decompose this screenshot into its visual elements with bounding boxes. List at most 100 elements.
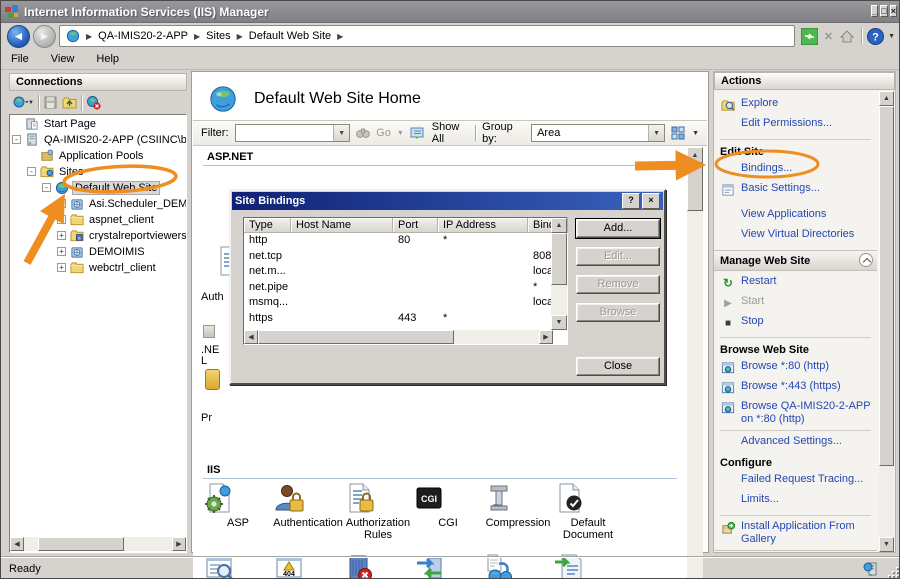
action-stop[interactable]: ■Stop: [720, 314, 877, 334]
column-header-host-name[interactable]: Host Name: [291, 218, 393, 233]
action-install-application-from-gallery[interactable]: Install Application From Gallery: [720, 519, 877, 547]
refresh-icon[interactable]: [801, 28, 818, 45]
content-vscrollbar[interactable]: ▲ ▼: [687, 147, 703, 579]
tree-item-default-web-site[interactable]: -Default Web Site: [10, 180, 186, 195]
dialog-button-close[interactable]: Close: [576, 357, 660, 376]
actions-vscrollbar[interactable]: ▲ ▼: [879, 91, 894, 552]
feature-authentication[interactable]: Authentication: [273, 482, 343, 541]
scroll-track[interactable]: [24, 537, 172, 551]
action-edit-permissions[interactable]: Edit Permissions...: [720, 116, 877, 136]
menu-item-view[interactable]: View: [51, 53, 75, 65]
tree-expander[interactable]: +: [57, 231, 66, 240]
help-icon[interactable]: ?: [867, 28, 884, 45]
binding-row-http[interactable]: http80*: [244, 233, 568, 248]
tree-item-webctrl-client[interactable]: +webctrl_client: [10, 260, 186, 275]
tree-expander[interactable]: -: [27, 167, 36, 176]
dialog-title-bar[interactable]: Site Bindings ?×: [232, 192, 663, 210]
resize-grip[interactable]: [887, 566, 899, 578]
tree-item-start-page[interactable]: Start Page: [10, 116, 186, 131]
dialog-help-button[interactable]: ?: [622, 193, 640, 209]
breadcrumb-item[interactable]: QA-IMIS20-2-APP: [98, 30, 188, 42]
action-start[interactable]: ▶Start: [720, 294, 877, 314]
tree-item-demoimis[interactable]: +DEMOIMIS: [10, 244, 186, 259]
minimize-button[interactable]: _: [871, 5, 878, 17]
view-style-icon[interactable]: [671, 126, 686, 140]
action-view-applications[interactable]: View Applications: [720, 207, 877, 227]
feature-authorization-rules[interactable]: Authorization Rules: [343, 482, 413, 541]
connections-hscrollbar[interactable]: ◀▶: [10, 537, 186, 551]
filter-input[interactable]: ▼: [235, 124, 351, 142]
tree-item-qa-imis20-2-app-csiinc-b[interactable]: -QA-IMIS20-2-APP (CSIINC\brook: [10, 132, 186, 147]
feature-default-document[interactable]: Default Document: [553, 482, 623, 541]
action-browse-80-http[interactable]: Browse *:80 (http): [720, 359, 877, 379]
binding-row-netm[interactable]: net.m...loca: [244, 264, 568, 279]
action-browse-qa-imis20-2-app-on-80-http[interactable]: Browse QA-IMIS20-2-APP on *:80 (http): [720, 399, 877, 427]
scroll-left-button[interactable]: ◀: [10, 537, 24, 551]
feature-asp[interactable]: ASP: [203, 482, 273, 541]
dialog-button-add[interactable]: Add...: [576, 219, 660, 238]
action-explore[interactable]: Explore: [720, 96, 877, 116]
forward-button[interactable]: ►: [33, 25, 56, 48]
action-failed-request-tracing[interactable]: Failed Request Tracing...: [720, 472, 877, 492]
tree-item-aspnet-client[interactable]: +aspnet_client: [10, 212, 186, 227]
scroll-up-button[interactable]: ▲: [551, 218, 567, 233]
tree-expander[interactable]: +: [57, 247, 66, 256]
action-restart[interactable]: ↻Restart: [720, 274, 877, 294]
action-advanced-settings[interactable]: Advanced Settings...: [720, 434, 877, 454]
column-header-ip-address[interactable]: IP Address: [438, 218, 528, 233]
action-view-virtual-directories[interactable]: View Virtual Directories: [720, 227, 877, 247]
show-all-button[interactable]: Show All: [432, 121, 469, 145]
column-header-port[interactable]: Port: [393, 218, 438, 233]
scroll-thumb[interactable]: [38, 537, 124, 551]
tree-item-asi-scheduler-demo[interactable]: +Asi.Scheduler_DEMO: [10, 196, 186, 211]
tree-expander[interactable]: +: [57, 215, 66, 224]
stop-request-icon[interactable]: ✕: [824, 30, 833, 43]
feature-compression[interactable]: Compression: [483, 482, 553, 541]
dialog-close-button[interactable]: ×: [642, 193, 660, 209]
breadcrumb-item[interactable]: Sites: [206, 30, 230, 42]
tree-expander[interactable]: -: [42, 183, 51, 192]
tree-expander[interactable]: -: [12, 135, 21, 144]
action-bindings[interactable]: Bindings...: [720, 161, 877, 181]
close-button[interactable]: ×: [890, 5, 897, 17]
tree-item-crystalreportviewers[interactable]: +acrystalreportviewers: [10, 228, 186, 243]
save-icon[interactable]: [43, 95, 58, 110]
collapse-chevron-icon[interactable]: [859, 253, 873, 267]
breadcrumb[interactable]: ▶QA-IMIS20-2-APP▶Sites▶Default Web Site▶: [59, 25, 795, 47]
scroll-right-button[interactable]: ▶: [172, 537, 186, 551]
folder-up-icon[interactable]: [62, 95, 77, 110]
group-by-select[interactable]: Area ▼: [531, 124, 665, 142]
connect-globe-icon[interactable]: ▼: [13, 95, 34, 110]
connect-dropdown-arrow[interactable]: ▼: [28, 100, 34, 106]
binding-row-https[interactable]: https443*: [244, 311, 568, 326]
feature-cgi[interactable]: CGICGI: [413, 482, 483, 541]
scroll-left-button[interactable]: ◀: [244, 330, 258, 344]
view-style-arrow[interactable]: ▼: [692, 130, 699, 137]
binding-row-nettcp[interactable]: net.tcp808: [244, 249, 568, 264]
binding-row-netpipe[interactable]: net.pipe*: [244, 280, 568, 295]
tree-item-sites[interactable]: -Sites: [10, 164, 186, 179]
bindings-hscrollbar[interactable]: ◀▶: [244, 330, 553, 344]
go-button[interactable]: Go: [376, 127, 391, 139]
scroll-track[interactable]: [258, 330, 539, 344]
action-browse-443-https[interactable]: Browse *:443 (https): [720, 379, 877, 399]
scroll-thumb[interactable]: [551, 233, 567, 285]
action-basic-settings[interactable]: Basic Settings...: [720, 181, 877, 201]
maximize-button[interactable]: □: [880, 5, 887, 17]
menu-item-help[interactable]: Help: [96, 53, 119, 65]
tree-expander[interactable]: +: [57, 263, 66, 272]
home-icon[interactable]: [839, 29, 855, 44]
bindings-vscrollbar[interactable]: ▲▼: [551, 218, 567, 330]
scroll-thumb[interactable]: [258, 330, 454, 344]
menu-item-file[interactable]: File: [11, 53, 29, 65]
tree-expander[interactable]: +: [57, 199, 66, 208]
action-limits[interactable]: Limits...: [720, 492, 877, 512]
back-button[interactable]: ◄: [7, 25, 30, 48]
go-dropdown-arrow[interactable]: ▼: [397, 130, 404, 137]
breadcrumb-item[interactable]: Default Web Site: [249, 30, 331, 42]
binding-row-msmq[interactable]: msmq...loca: [244, 295, 568, 310]
scroll-right-button[interactable]: ▶: [539, 330, 553, 344]
scroll-down-button[interactable]: ▼: [551, 315, 567, 330]
help-dropdown-arrow[interactable]: ▼: [888, 33, 895, 40]
column-header-type[interactable]: Type: [244, 218, 291, 233]
